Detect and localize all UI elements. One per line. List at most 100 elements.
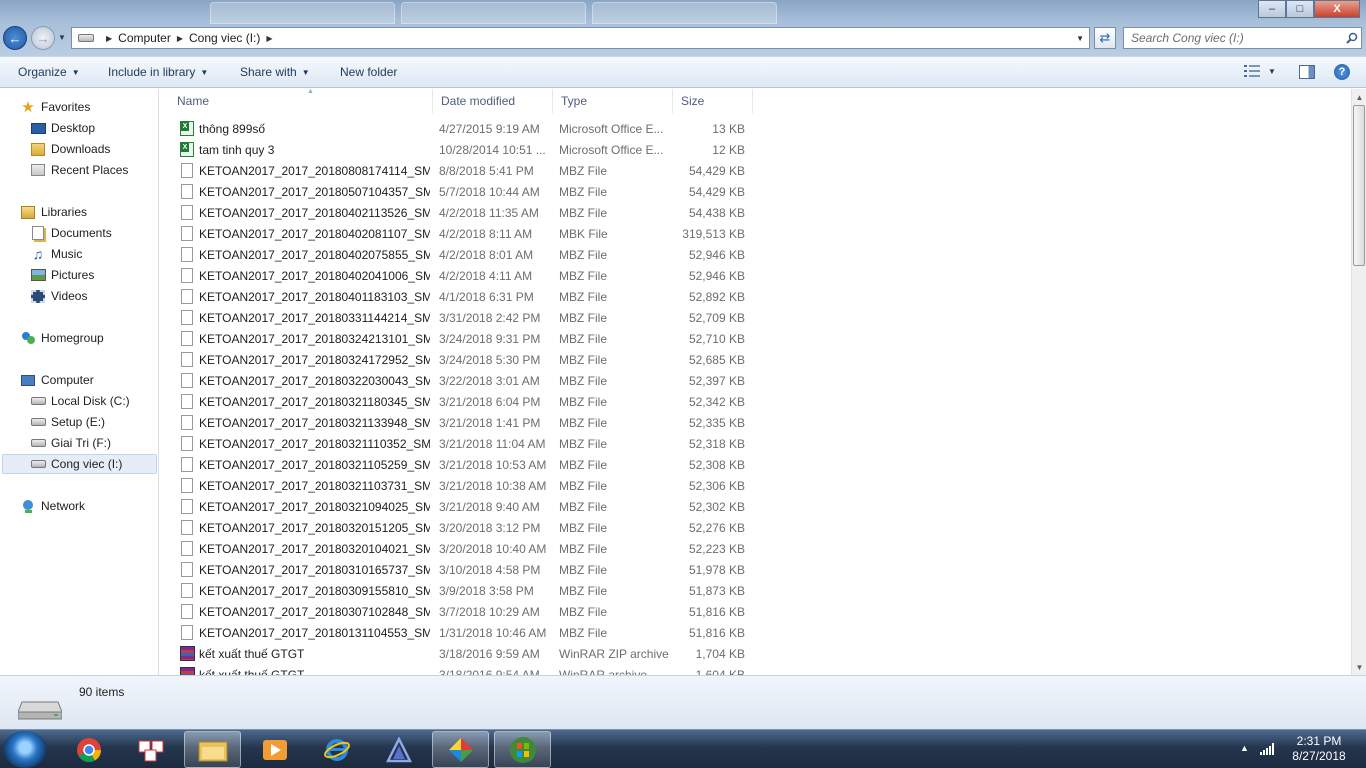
taskbar-internet-explorer[interactable] bbox=[308, 731, 365, 768]
taskbar: ▲ 2:31 PM 8/27/2018 bbox=[0, 729, 1366, 768]
file-row[interactable]: KETOAN2017_2017_20180321094025_SME... 3/2… bbox=[160, 497, 760, 518]
show-hidden-icons-icon[interactable]: ▲ bbox=[1240, 743, 1249, 753]
nav-label: Local Disk (C:) bbox=[51, 394, 130, 408]
nav-local-disk-c[interactable]: Local Disk (C:) bbox=[30, 391, 130, 411]
nav-network[interactable]: Network bbox=[20, 496, 85, 516]
file-icon-cell bbox=[179, 352, 195, 368]
file-row[interactable]: KETOAN2017_2017_20180320151205_SME... 3/2… bbox=[160, 518, 760, 539]
nav-homegroup[interactable]: Homegroup bbox=[20, 328, 104, 348]
file-row[interactable]: KETOAN2017_2017_20180401183103_SME... 4/1… bbox=[160, 287, 760, 308]
file-row[interactable]: KETOAN2017_2017_20180402041006_SME... 4/2… bbox=[160, 266, 760, 287]
file-date-modified: 1/31/2018 10:46 AM bbox=[439, 626, 547, 640]
nav-libraries[interactable]: Libraries bbox=[20, 202, 87, 222]
taskbar-media-player[interactable] bbox=[246, 731, 303, 768]
nav-music[interactable]: ♫ Music bbox=[30, 244, 83, 264]
file-row[interactable]: KETOAN2017_2017_20180321110352_SME... 3/2… bbox=[160, 434, 760, 455]
change-view-button[interactable]: ▼ bbox=[1244, 65, 1276, 77]
nav-pictures[interactable]: Pictures bbox=[30, 265, 94, 285]
nav-favorites[interactable]: ★ Favorites bbox=[20, 97, 90, 117]
file-row[interactable]: KETOAN2017_2017_20180307102848_SME... 3/7… bbox=[160, 602, 760, 623]
chevron-down-icon[interactable]: ▼ bbox=[1076, 34, 1084, 43]
network-signal-icon[interactable] bbox=[1260, 743, 1274, 755]
breadcrumb-cong-viec[interactable]: Cong viec (I:) bbox=[189, 31, 260, 45]
file-row[interactable]: KETOAN2017_2017_20180507104357_SME... 5/7… bbox=[160, 182, 760, 203]
chevron-right-icon[interactable]: ▶ bbox=[177, 34, 183, 43]
file-row[interactable]: kết xuất thuế GTGT 3/18/2016 9:59 AM WinRA… bbox=[160, 644, 760, 665]
taskbar-chrome[interactable] bbox=[60, 731, 117, 768]
file-row[interactable]: kết xuất thuế GTGT 3/18/2016 9:54 AM WinRA… bbox=[160, 665, 760, 675]
file-icon-cell bbox=[179, 520, 195, 536]
nav-setup-e[interactable]: Setup (E:) bbox=[30, 412, 105, 432]
column-header-type[interactable]: Type bbox=[553, 89, 673, 113]
column-header-size[interactable]: Size bbox=[673, 89, 753, 113]
nav-recent-places[interactable]: Recent Places bbox=[30, 160, 128, 180]
file-row[interactable]: KETOAN2017_2017_20180322030043_SME... 3/2… bbox=[160, 371, 760, 392]
search-box[interactable] bbox=[1123, 27, 1362, 49]
chrome-icon bbox=[76, 737, 101, 762]
file-row[interactable]: KETOAN2017_2017_20180309155810_SME... 3/9… bbox=[160, 581, 760, 602]
file-icon-cell bbox=[179, 478, 195, 494]
preview-pane-icon[interactable] bbox=[1299, 65, 1315, 79]
pictures-icon bbox=[30, 268, 46, 282]
address-bar[interactable]: ▶ Computer ▶ Cong viec (I:) ▶ ▼ bbox=[71, 27, 1090, 49]
file-row[interactable]: KETOAN2017_2017_20180402075855_SME... 4/2… bbox=[160, 245, 760, 266]
breadcrumb-computer[interactable]: Computer bbox=[118, 31, 171, 45]
clock[interactable]: 2:31 PM 8/27/2018 bbox=[1286, 734, 1352, 764]
taskbar-unikey[interactable] bbox=[122, 731, 179, 768]
taskbar-app[interactable] bbox=[370, 731, 427, 768]
file-row[interactable]: KETOAN2017_2017_20180321103731_SME... 3/2… bbox=[160, 476, 760, 497]
file-row[interactable]: KETOAN2017_2017_20180331144214_SME... 3/3… bbox=[160, 308, 760, 329]
file-row[interactable]: KETOAN2017_2017_20180324213101_SME... 3/2… bbox=[160, 329, 760, 350]
file-date-modified: 3/20/2018 3:12 PM bbox=[439, 521, 541, 535]
back-button[interactable]: ← bbox=[3, 26, 27, 50]
search-icon[interactable] bbox=[1343, 29, 1361, 47]
file-row[interactable]: thông 899số 4/27/2015 9:19 AM Microsoft Of… bbox=[160, 119, 760, 140]
new-folder-button[interactable]: New folder bbox=[340, 65, 397, 79]
scroll-down-icon[interactable]: ▼ bbox=[1352, 659, 1366, 675]
file-row[interactable]: KETOAN2017_2017_20180324172952_SME... 3/2… bbox=[160, 350, 760, 371]
nav-documents[interactable]: Documents bbox=[30, 223, 112, 243]
file-row[interactable]: KETOAN2017_2017_20180402113526_SME... 4/2… bbox=[160, 203, 760, 224]
file-row[interactable]: KETOAN2017_2017_20180402081107_SME... 4/2… bbox=[160, 224, 760, 245]
taskbar-explorer[interactable] bbox=[184, 731, 241, 768]
forward-button[interactable]: → bbox=[31, 26, 55, 50]
search-input[interactable] bbox=[1124, 29, 1343, 47]
taskbar-windows-app[interactable] bbox=[494, 731, 551, 768]
chevron-right-icon[interactable]: ▶ bbox=[266, 34, 272, 43]
share-with-button[interactable]: Share with ▼ bbox=[240, 65, 310, 79]
file-row[interactable]: KETOAN2017_2017_20180808174114_SME... 8/8… bbox=[160, 161, 760, 182]
file-date-modified: 3/18/2016 9:59 AM bbox=[439, 647, 540, 661]
recent-pages-dropdown[interactable]: ▼ bbox=[58, 33, 66, 42]
column-header-name[interactable]: Name ▲ bbox=[169, 89, 433, 113]
nav-giai-tri-f[interactable]: Giai Tri (F:) bbox=[30, 433, 111, 453]
close-button[interactable]: X bbox=[1314, 0, 1360, 18]
column-header-date-modified[interactable]: Date modified bbox=[433, 89, 553, 113]
chevron-right-icon[interactable]: ▶ bbox=[106, 34, 112, 43]
scrollbar-thumb[interactable] bbox=[1353, 105, 1365, 266]
file-row[interactable]: KETOAN2017_2017_20180321180345_SME... 3/2… bbox=[160, 392, 760, 413]
vertical-scrollbar[interactable]: ▲ ▼ bbox=[1351, 89, 1366, 675]
file-size: 52,946 KB bbox=[688, 269, 745, 283]
minimize-button[interactable]: – bbox=[1258, 0, 1286, 18]
scroll-up-icon[interactable]: ▲ bbox=[1352, 89, 1366, 105]
nav-desktop[interactable]: Desktop bbox=[30, 118, 95, 138]
nav-videos[interactable]: Videos bbox=[30, 286, 87, 306]
organize-button[interactable]: Organize ▼ bbox=[18, 65, 80, 79]
nav-cong-viec-i[interactable]: Cong viec (I:) bbox=[2, 454, 157, 474]
file-icon bbox=[181, 289, 193, 304]
file-row[interactable]: KETOAN2017_2017_20180131104553_SME... 1/3… bbox=[160, 623, 760, 644]
file-row[interactable]: KETOAN2017_2017_20180321105259_SME... 3/2… bbox=[160, 455, 760, 476]
taskbar-picasa[interactable] bbox=[432, 731, 489, 768]
file-icon bbox=[181, 478, 193, 493]
refresh-button[interactable]: ⇄ bbox=[1094, 27, 1116, 49]
file-row[interactable]: KETOAN2017_2017_20180320104021_SME... 3/2… bbox=[160, 539, 760, 560]
nav-downloads[interactable]: Downloads bbox=[30, 139, 110, 159]
file-row[interactable]: KETOAN2017_2017_20180310165737_SME... 3/1… bbox=[160, 560, 760, 581]
help-icon[interactable]: ? bbox=[1334, 64, 1350, 80]
file-row[interactable]: KETOAN2017_2017_20180321133948_SME... 3/2… bbox=[160, 413, 760, 434]
start-button[interactable] bbox=[3, 731, 47, 768]
maximize-button[interactable]: □ bbox=[1286, 0, 1314, 18]
include-in-library-button[interactable]: Include in library ▼ bbox=[108, 65, 208, 79]
nav-computer[interactable]: Computer bbox=[20, 370, 94, 390]
file-row[interactable]: tam tinh quy 3 10/28/2014 10:51 ... Micros… bbox=[160, 140, 760, 161]
